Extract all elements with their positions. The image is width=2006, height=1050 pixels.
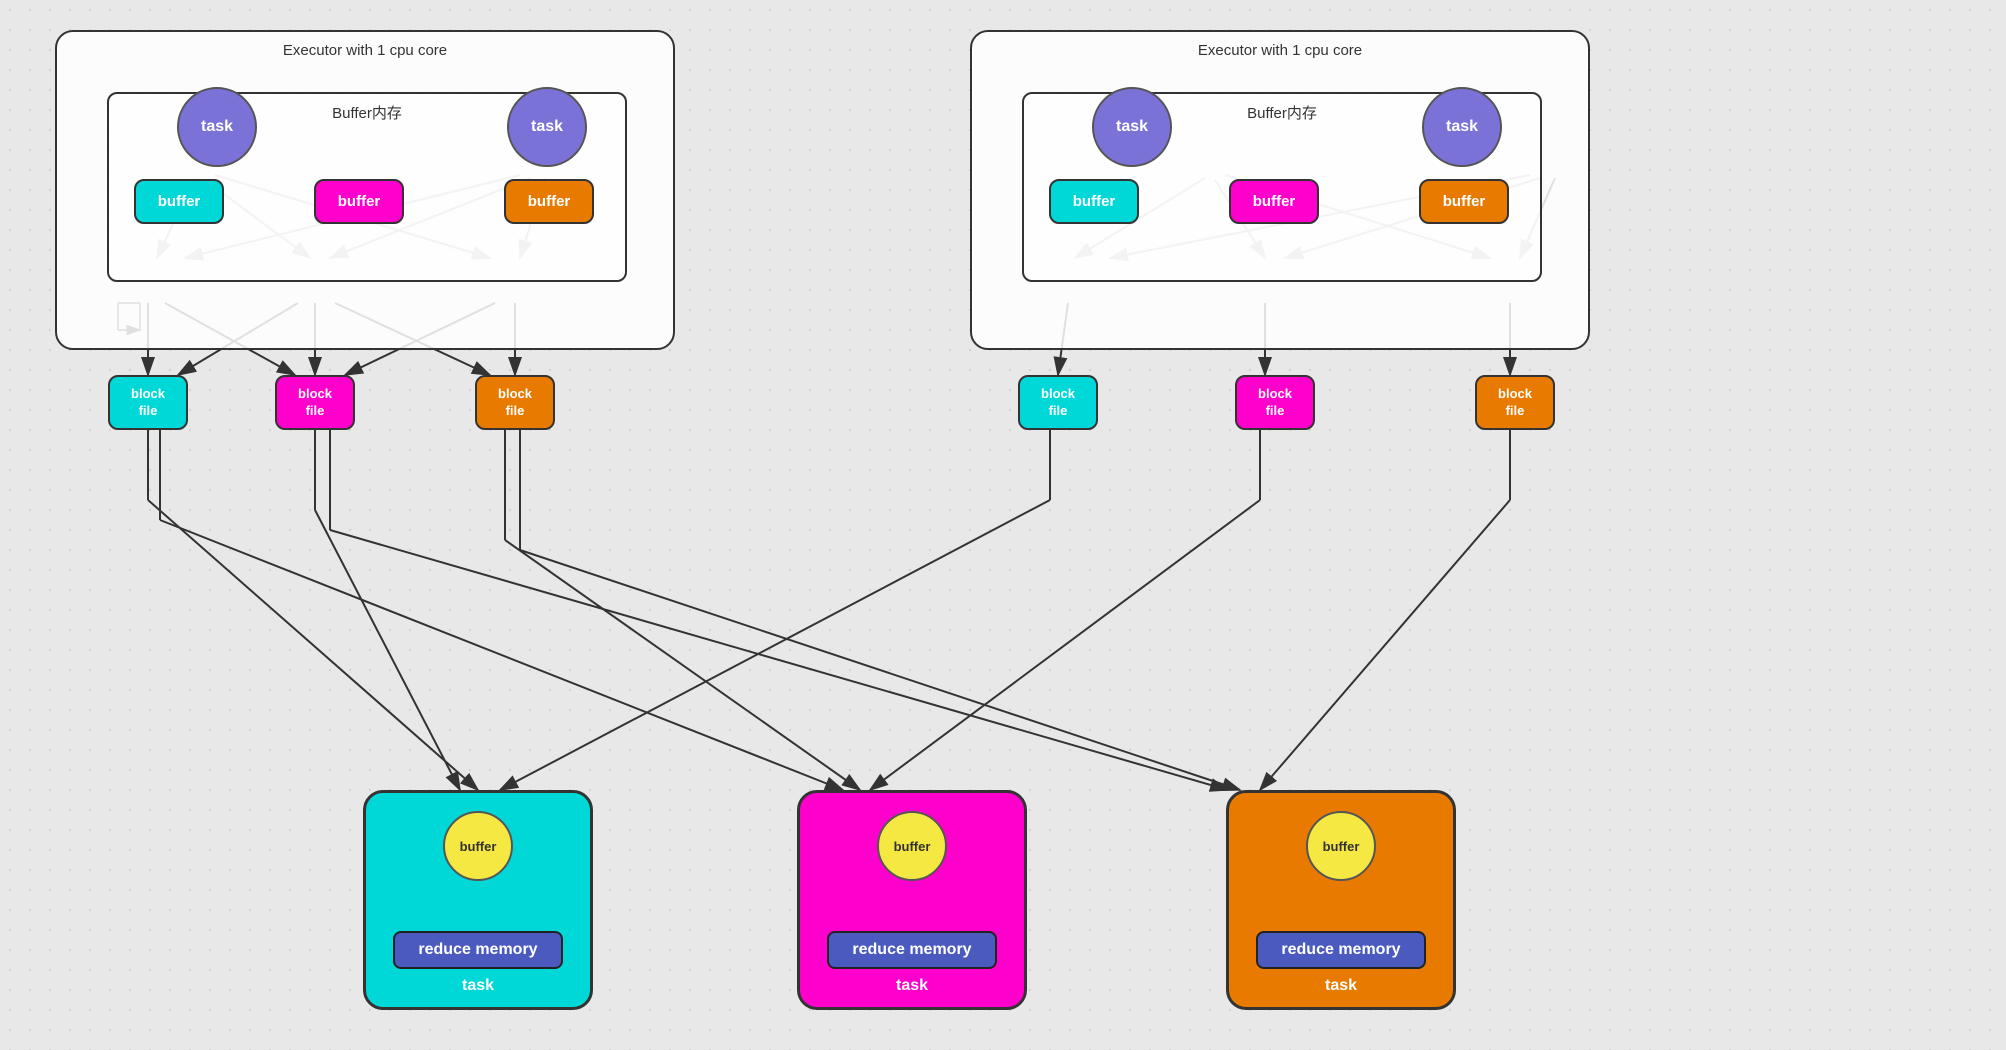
right-buffer2-label: buffer bbox=[1253, 193, 1296, 210]
left-blockfile1-label: blockfile bbox=[131, 386, 165, 420]
right-blockfile3: blockfile bbox=[1475, 375, 1555, 430]
left-task1: task bbox=[177, 87, 257, 167]
right-buffer1-label: buffer bbox=[1073, 193, 1116, 210]
left-blockfile3: blockfile bbox=[475, 375, 555, 430]
bottom-orange-buffer-label: buffer bbox=[1323, 839, 1360, 854]
right-buffer2: buffer bbox=[1229, 179, 1319, 224]
right-blockfile1: blockfile bbox=[1018, 375, 1098, 430]
bottom-orange-buffer-circle: buffer bbox=[1306, 811, 1376, 881]
left-task1-label: task bbox=[201, 118, 233, 136]
bottom-magenta-buffer-label: buffer bbox=[894, 839, 931, 854]
bottom-magenta-reduce-memory-label: reduce memory bbox=[852, 941, 971, 958]
bottom-cyan-task-box: buffer reduce memory task bbox=[363, 790, 593, 1010]
bottom-magenta-task-label: task bbox=[896, 977, 928, 995]
right-task1-label: task bbox=[1116, 118, 1148, 136]
right-task2: task bbox=[1422, 87, 1502, 167]
bottom-orange-task-label: task bbox=[1325, 977, 1357, 995]
right-task2-label: task bbox=[1446, 118, 1478, 136]
left-buffer2-label: buffer bbox=[338, 193, 381, 210]
left-buffer3-label: buffer bbox=[528, 193, 571, 210]
left-buffer3: buffer bbox=[504, 179, 594, 224]
bottom-orange-reduce-memory[interactable]: reduce memory bbox=[1256, 931, 1426, 969]
left-buffer1-label: buffer bbox=[158, 193, 201, 210]
bottom-orange-reduce-memory-label: reduce memory bbox=[1281, 941, 1400, 958]
right-buffer1: buffer bbox=[1049, 179, 1139, 224]
right-buffer-inner-label: Buffer内存 bbox=[1247, 102, 1317, 123]
bottom-orange-task-box: buffer reduce memory task bbox=[1226, 790, 1456, 1010]
right-executor-box: Executor with 1 cpu core Buffer内存 buffer… bbox=[970, 30, 1590, 350]
left-blockfile2: blockfile bbox=[275, 375, 355, 430]
left-blockfile2-label: blockfile bbox=[298, 386, 332, 420]
left-blockfile3-label: blockfile bbox=[498, 386, 532, 420]
right-blockfile2: blockfile bbox=[1235, 375, 1315, 430]
bottom-cyan-buffer-label: buffer bbox=[460, 839, 497, 854]
bottom-magenta-reduce-memory[interactable]: reduce memory bbox=[827, 931, 997, 969]
right-buffer3: buffer bbox=[1419, 179, 1509, 224]
right-blockfile3-label: blockfile bbox=[1498, 386, 1532, 420]
left-buffer1: buffer bbox=[134, 179, 224, 224]
bottom-magenta-task-box: buffer reduce memory task bbox=[797, 790, 1027, 1010]
left-task2: task bbox=[507, 87, 587, 167]
right-blockfile1-label: blockfile bbox=[1041, 386, 1075, 420]
left-executor-box: Executor with 1 cpu core Buffer内存 buffer… bbox=[55, 30, 675, 350]
right-task1: task bbox=[1092, 87, 1172, 167]
bottom-cyan-buffer-circle: buffer bbox=[443, 811, 513, 881]
left-buffer-inner-label: Buffer内存 bbox=[332, 102, 402, 123]
left-task2-label: task bbox=[531, 118, 563, 136]
right-buffer3-label: buffer bbox=[1443, 193, 1486, 210]
left-executor-label: Executor with 1 cpu core bbox=[283, 42, 447, 59]
bottom-magenta-buffer-circle: buffer bbox=[877, 811, 947, 881]
bottom-cyan-reduce-memory[interactable]: reduce memory bbox=[393, 931, 563, 969]
right-executor-label: Executor with 1 cpu core bbox=[1198, 42, 1362, 59]
left-blockfile1: blockfile bbox=[108, 375, 188, 430]
bottom-cyan-task-label: task bbox=[462, 977, 494, 995]
left-buffer2: buffer bbox=[314, 179, 404, 224]
bottom-cyan-reduce-memory-label: reduce memory bbox=[418, 941, 537, 958]
right-blockfile2-label: blockfile bbox=[1258, 386, 1292, 420]
